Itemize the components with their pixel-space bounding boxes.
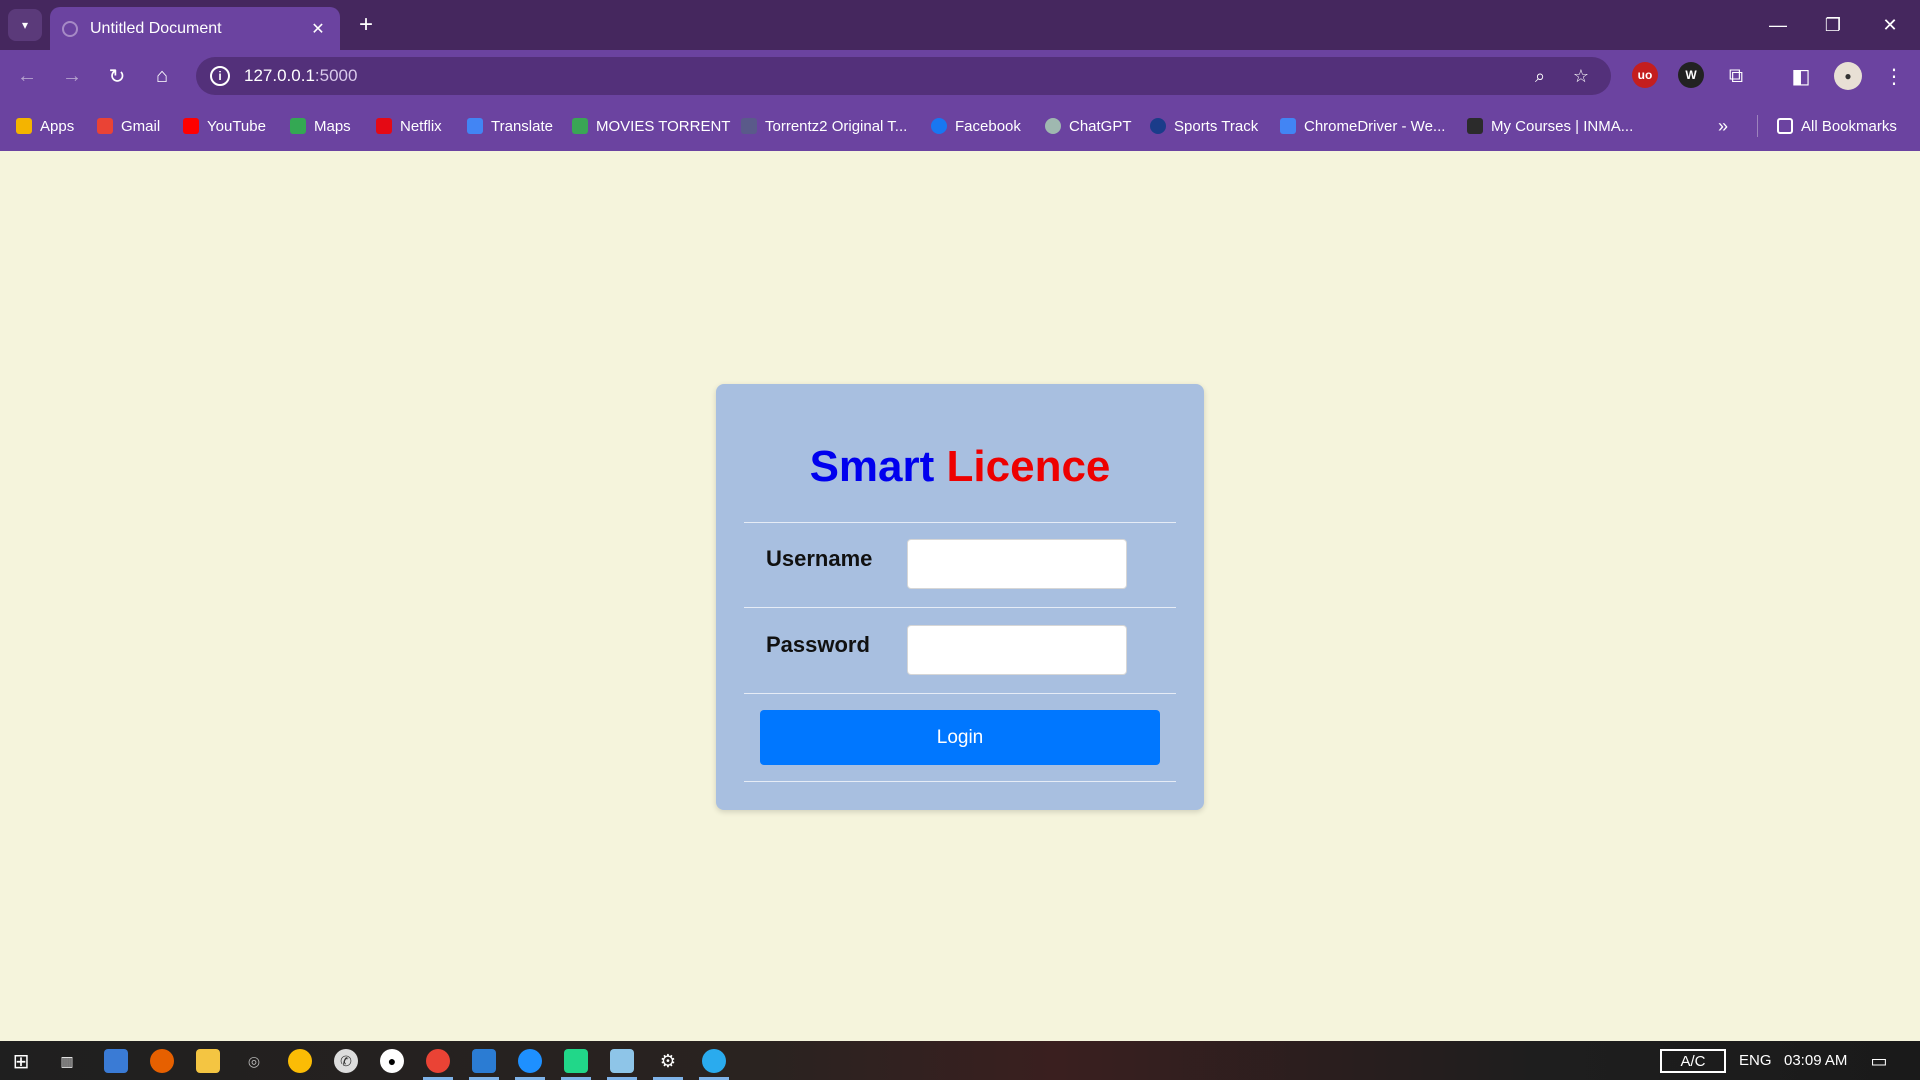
extensions-puzzle-icon[interactable]: ⧉ — [1719, 59, 1753, 93]
tab-strip: ▾ Untitled Document ✕ + — ❐ ✕ — [0, 0, 1920, 50]
maps-icon — [290, 118, 306, 134]
back-button[interactable]: ← — [10, 59, 44, 93]
windows-start-icon[interactable]: ⊞ — [9, 1049, 33, 1073]
torrent-icon — [572, 118, 588, 134]
extension-w-icon[interactable]: W — [1678, 62, 1704, 88]
chrome-active-icon[interactable] — [426, 1049, 450, 1073]
bookmark-facebook[interactable]: Facebook — [931, 115, 1021, 137]
bookmark-maps[interactable]: Maps — [290, 115, 351, 137]
password-input[interactable] — [907, 625, 1127, 675]
settings-gear-icon[interactable]: ⚙ — [656, 1049, 680, 1073]
bookmark-sports-track[interactable]: Sports Track — [1150, 115, 1258, 137]
home-button[interactable]: ⌂ — [145, 59, 179, 93]
telegram-icon[interactable] — [702, 1049, 726, 1073]
app-title-part2: Licence — [946, 442, 1111, 491]
app-icon-2[interactable] — [518, 1049, 542, 1073]
restore-button[interactable]: ❐ — [1811, 8, 1855, 42]
new-tab-button[interactable]: + — [352, 11, 380, 39]
pycharm-icon[interactable] — [564, 1049, 588, 1073]
app-title: Smart Licence — [716, 442, 1204, 492]
chatgpt-icon — [1045, 118, 1061, 134]
chromedriver-icon — [1280, 118, 1296, 134]
globe-icon — [62, 20, 78, 37]
menu-kebab-icon[interactable]: ⋮ — [1877, 59, 1911, 93]
game-controller-icon[interactable]: ◎ — [242, 1049, 266, 1073]
notifications-icon[interactable]: ▭ — [1867, 1049, 1891, 1073]
forward-button[interactable]: → — [55, 59, 89, 93]
login-card: Smart Licence Username Password Login — [716, 384, 1204, 810]
whatsapp-icon[interactable]: ✆ — [334, 1049, 358, 1073]
profile-avatar[interactable]: ● — [1834, 62, 1862, 90]
divider — [744, 522, 1176, 523]
notepad-icon[interactable] — [610, 1049, 634, 1073]
url-port: :5000 — [314, 66, 358, 85]
password-label: Password — [766, 632, 870, 657]
bookmark-apps[interactable]: Apps — [16, 115, 74, 137]
bookmark-movies-torrent[interactable]: MOVIES TORRENT — [572, 115, 730, 137]
chrome-icon[interactable] — [288, 1049, 312, 1073]
url-host: 127.0.0.1 — [244, 66, 315, 85]
browser-toolbar: ← → ↻ ⌂ i 127.0.0.1:5000 ⌕ ☆ uo W ⧉ ◧ ● … — [0, 50, 1920, 101]
vscode-icon[interactable] — [472, 1049, 496, 1073]
zoom-icon[interactable]: ⌕ — [1525, 61, 1555, 91]
tab-active[interactable]: Untitled Document ✕ — [50, 7, 340, 50]
torrentz-icon — [741, 118, 757, 134]
minimize-button[interactable]: — — [1756, 8, 1800, 42]
divider — [744, 693, 1176, 694]
app-title-part1: Smart — [809, 442, 935, 491]
clock[interactable]: 03:09 AM — [1784, 1052, 1847, 1069]
site-info-icon[interactable]: i — [210, 66, 230, 86]
youtube-icon — [183, 118, 199, 134]
app-icon-1[interactable] — [104, 1049, 128, 1073]
firefox-icon[interactable] — [150, 1049, 174, 1073]
bookmark-chromedriver[interactable]: ChromeDriver - We... — [1280, 115, 1445, 137]
file-explorer-icon[interactable] — [196, 1049, 220, 1073]
divider — [744, 781, 1176, 782]
courses-icon — [1467, 118, 1483, 134]
windows-taskbar: ⊞ ▥ ◎ ✆ ● ⚙ A/C ENG 03:09 AM ▭ — [0, 1041, 1920, 1080]
bookmark-torrentz2[interactable]: Torrentz2 Original T... — [741, 115, 907, 137]
reload-button[interactable]: ↻ — [100, 59, 134, 93]
sports-track-icon — [1150, 118, 1166, 134]
bookmarks-bar: Apps Gmail YouTube Maps Netflix Translat… — [0, 101, 1920, 151]
bookmark-translate[interactable]: Translate — [467, 115, 553, 137]
login-button[interactable]: Login — [760, 710, 1160, 765]
github-icon[interactable]: ● — [380, 1049, 404, 1073]
close-window-button[interactable]: ✕ — [1868, 8, 1912, 42]
more-bookmarks-chevron-icon[interactable]: » — [1718, 115, 1728, 137]
side-panel-icon[interactable]: ◧ — [1784, 59, 1818, 93]
bookmark-chatgpt[interactable]: ChatGPT — [1045, 115, 1132, 137]
bookmark-youtube[interactable]: YouTube — [183, 115, 266, 137]
task-view-icon[interactable]: ▥ — [55, 1049, 79, 1073]
username-input[interactable] — [907, 539, 1127, 589]
apps-grid-icon — [16, 118, 32, 134]
bookmark-netflix[interactable]: Netflix — [376, 115, 442, 137]
facebook-icon — [931, 118, 947, 134]
all-bookmarks-button[interactable]: All Bookmarks — [1777, 115, 1897, 137]
tab-title: Untitled Document — [90, 19, 222, 37]
bookmark-gmail[interactable]: Gmail — [97, 115, 160, 137]
language-indicator[interactable]: ENG — [1739, 1052, 1772, 1069]
divider — [744, 607, 1176, 608]
username-label: Username — [766, 546, 873, 571]
bookmarks-divider — [1757, 115, 1758, 137]
address-bar[interactable]: i 127.0.0.1:5000 ⌕ ☆ — [196, 57, 1611, 95]
netflix-icon — [376, 118, 392, 134]
ublock-icon[interactable]: uo — [1632, 62, 1658, 88]
page-content: Smart Licence Username Password Login — [0, 151, 1920, 1041]
battery-status[interactable]: A/C — [1660, 1049, 1726, 1073]
tab-search-button[interactable]: ▾ — [8, 9, 42, 41]
gmail-icon — [97, 118, 113, 134]
bookmark-my-courses[interactable]: My Courses | INMA... — [1467, 115, 1633, 137]
close-tab-icon[interactable]: ✕ — [308, 19, 328, 39]
star-icon[interactable]: ☆ — [1566, 61, 1596, 91]
translate-icon — [467, 118, 483, 134]
folder-icon — [1777, 118, 1793, 134]
